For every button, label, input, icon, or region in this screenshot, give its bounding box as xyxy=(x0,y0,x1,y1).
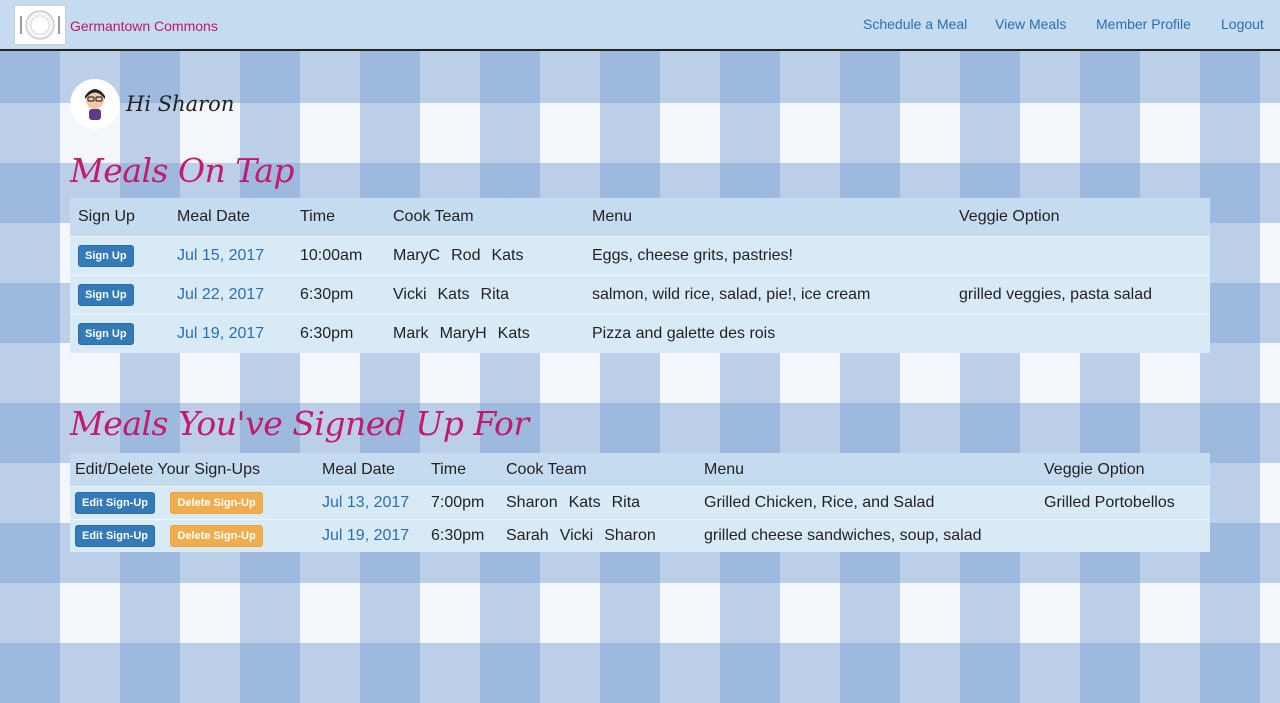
cook-name: Sharon xyxy=(604,527,656,544)
cook-name: Mark xyxy=(393,325,429,342)
cook-name: Rita xyxy=(480,286,509,303)
sign-up-button[interactable]: Sign Up xyxy=(78,284,134,306)
cell-meal-date: Jul 19, 2017 xyxy=(169,314,292,353)
cell-time: 6:30pm xyxy=(426,519,501,552)
cell-cook-team: MaryC Rod Kats xyxy=(385,236,584,276)
cell-cook-team: Mark MaryH Kats xyxy=(385,314,584,353)
delete-sign-up-button[interactable]: Delete Sign-Up xyxy=(170,525,263,547)
cell-meal-date: Jul 22, 2017 xyxy=(169,275,292,315)
cell-time: 7:00pm xyxy=(426,486,501,520)
cell-menu: grilled cheese sandwiches, soup, salad xyxy=(699,519,1039,552)
cell-veggie-option xyxy=(1039,519,1210,552)
signed-up-meals-table: Edit/Delete Your Sign-Ups Meal Date Time… xyxy=(70,453,1210,552)
col-header-time: Time xyxy=(292,198,385,237)
cook-name: Rod xyxy=(451,247,481,264)
cell-edit-delete: Edit Sign-Up Delete Sign-Up xyxy=(70,519,317,552)
col-header-cook-team: Cook Team xyxy=(501,453,699,487)
signed-up-meals-title: Meals You've Signed Up For xyxy=(70,404,529,443)
cell-time: 6:30pm xyxy=(292,314,385,353)
col-header-meal-date: Meal Date xyxy=(317,453,426,487)
col-header-cook-team: Cook Team xyxy=(385,198,584,237)
nav-view-meals[interactable]: View Meals xyxy=(995,16,1066,32)
cell-menu: Pizza and galette des rois xyxy=(584,314,951,353)
delete-sign-up-button[interactable]: Delete Sign-Up xyxy=(170,492,263,514)
col-header-time: Time xyxy=(426,453,501,487)
navbar: Germantown Commons Schedule a Meal View … xyxy=(0,0,1280,51)
cook-name: MaryH xyxy=(439,325,487,342)
nav-schedule-meal[interactable]: Schedule a Meal xyxy=(863,16,967,32)
cell-meal-date: Jul 19, 2017 xyxy=(317,519,426,552)
meal-date-link[interactable]: Jul 13, 2017 xyxy=(322,494,409,511)
col-header-veggie-option: Veggie Option xyxy=(951,198,1210,237)
cell-meal-date: Jul 13, 2017 xyxy=(317,486,426,520)
table-row: Sign Up Jul 15, 2017 10:00am MaryC Rod Kat… xyxy=(70,236,1210,276)
cell-menu: Eggs, cheese grits, pastries! xyxy=(584,236,951,276)
cell-sign-up: Sign Up xyxy=(70,236,169,276)
cell-time: 6:30pm xyxy=(292,275,385,315)
col-header-veggie-option: Veggie Option xyxy=(1039,453,1210,487)
cook-name: Kats xyxy=(568,494,601,511)
cook-name: MaryC xyxy=(393,247,441,264)
cell-cook-team: Sarah Vicki Sharon xyxy=(501,519,699,552)
table-row: Sign Up Jul 19, 2017 6:30pm Mark MaryH Kat… xyxy=(70,314,1210,353)
edit-sign-up-button[interactable]: Edit Sign-Up xyxy=(75,525,155,547)
col-header-edit-delete: Edit/Delete Your Sign-Ups xyxy=(70,453,317,487)
dinner-plate-logo-icon[interactable] xyxy=(14,5,66,45)
edit-sign-up-button[interactable]: Edit Sign-Up xyxy=(75,492,155,514)
meal-date-link[interactable]: Jul 19, 2017 xyxy=(177,325,264,342)
cell-edit-delete: Edit Sign-Up Delete Sign-Up xyxy=(70,486,317,520)
greeting-text: Hi Sharon xyxy=(126,92,235,116)
meals-on-tap-table: Sign Up Meal Date Time Cook Team Menu Ve… xyxy=(70,198,1210,353)
col-header-menu: Menu xyxy=(699,453,1039,487)
meal-date-link[interactable]: Jul 15, 2017 xyxy=(177,247,264,264)
cell-cook-team: Vicki Kats Rita xyxy=(385,275,584,315)
cook-name: Rita xyxy=(611,494,641,511)
cook-name: Vicki xyxy=(559,527,594,544)
meal-date-link[interactable]: Jul 22, 2017 xyxy=(177,286,264,303)
cell-time: 10:00am xyxy=(292,236,385,276)
nav-logout[interactable]: Logout xyxy=(1221,16,1264,32)
nav-member-profile[interactable]: Member Profile xyxy=(1096,16,1191,32)
sign-up-button[interactable]: Sign Up xyxy=(78,245,134,267)
col-header-sign-up: Sign Up xyxy=(70,198,169,237)
cell-menu: Grilled Chicken, Rice, and Salad xyxy=(699,486,1039,520)
user-avatar-icon xyxy=(70,79,120,129)
meal-date-link[interactable]: Jul 19, 2017 xyxy=(322,527,409,544)
table-row: Sign Up Jul 22, 2017 6:30pm Vicki Kats Rit… xyxy=(70,275,1210,315)
greeting: Hi Sharon xyxy=(70,79,234,129)
sign-up-button[interactable]: Sign Up xyxy=(78,323,134,345)
brand-name[interactable]: Germantown Commons xyxy=(70,18,218,34)
cell-meal-date: Jul 15, 2017 xyxy=(169,236,292,276)
cell-cook-team: Sharon Kats Rita xyxy=(501,486,699,520)
cell-veggie-option xyxy=(951,236,1210,276)
table-row: Edit Sign-Up Delete Sign-Up Jul 13, 2017… xyxy=(70,486,1210,520)
cook-name: Sharon xyxy=(506,494,558,511)
cook-name: Vicki xyxy=(393,286,427,303)
cell-sign-up: Sign Up xyxy=(70,314,169,353)
cell-veggie-option: grilled veggies, pasta salad xyxy=(951,275,1210,315)
cook-name: Kats xyxy=(497,325,530,342)
cell-sign-up: Sign Up xyxy=(70,275,169,315)
table-header-row: Edit/Delete Your Sign-Ups Meal Date Time… xyxy=(70,453,1210,487)
table-row: Edit Sign-Up Delete Sign-Up Jul 19, 2017… xyxy=(70,519,1210,552)
cell-veggie-option: Grilled Portobellos xyxy=(1039,486,1210,520)
cook-name: Kats xyxy=(491,247,524,264)
cell-veggie-option xyxy=(951,314,1210,353)
cook-name: Kats xyxy=(437,286,470,303)
col-header-menu: Menu xyxy=(584,198,951,237)
meals-on-tap-title: Meals On Tap xyxy=(70,151,295,190)
table-header-row: Sign Up Meal Date Time Cook Team Menu Ve… xyxy=(70,198,1210,237)
col-header-meal-date: Meal Date xyxy=(169,198,292,237)
cook-name: Sarah xyxy=(506,527,549,544)
cell-menu: salmon, wild rice, salad, pie!, ice crea… xyxy=(584,275,951,315)
